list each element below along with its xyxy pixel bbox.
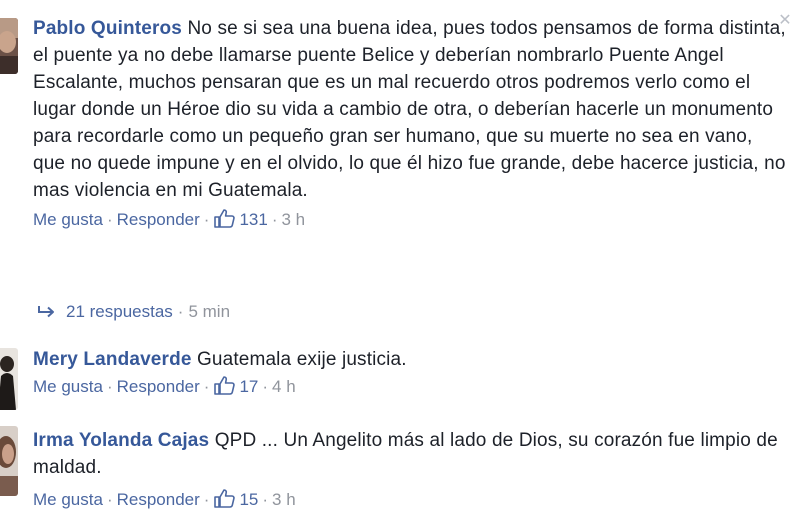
view-replies-link[interactable]: 21 respuestas · 5 min (36, 299, 230, 325)
thumbs-up-icon[interactable] (213, 375, 236, 395)
separator: · (203, 490, 210, 509)
thumbs-up-icon[interactable] (213, 208, 236, 228)
separator: · (106, 210, 113, 229)
like-button[interactable]: Me gusta (33, 377, 103, 396)
reply-button[interactable]: Responder (117, 377, 200, 396)
timestamp[interactable]: 3 h (282, 210, 306, 229)
reply-arrow-icon (36, 301, 58, 318)
separator: · (106, 377, 113, 396)
comment-author[interactable]: Mery Landaverde (33, 349, 192, 370)
thumbs-up-icon[interactable] (213, 488, 236, 508)
avatar[interactable] (0, 348, 18, 410)
replies-count[interactable]: 21 respuestas (66, 302, 173, 321)
like-count[interactable]: 131 (239, 210, 267, 229)
comment-author[interactable]: Pablo Quinteros (33, 18, 182, 39)
separator: · (203, 377, 210, 396)
comment-text: Pablo Quinteros No se si sea una buena i… (33, 15, 786, 204)
timestamp[interactable]: 3 h (272, 490, 296, 509)
comment-text: Mery Landaverde Guatemala exije justicia… (33, 346, 786, 373)
reply-button[interactable]: Responder (117, 210, 200, 229)
separator: · (106, 490, 113, 509)
separator: · (203, 210, 210, 229)
comment-actions: Me gusta · Responder · 131 · 3 h (33, 207, 786, 233)
separator: · (271, 210, 278, 229)
like-count[interactable]: 15 (239, 490, 258, 509)
comment-author[interactable]: Irma Yolanda Cajas (33, 430, 209, 451)
comment-actions: Me gusta · Responder · 15 · 3 h (33, 487, 786, 513)
timestamp[interactable]: 4 h (272, 377, 296, 396)
comment-message: No se si sea una buena idea, pues todos … (33, 18, 786, 201)
comment-message: Guatemala exije justicia. (196, 349, 407, 370)
comment-actions: Me gusta · Responder · 17 · 4 h (33, 374, 786, 400)
like-button[interactable]: Me gusta (33, 210, 103, 229)
separator: · (177, 302, 184, 321)
like-count[interactable]: 17 (239, 377, 258, 396)
avatar[interactable] (0, 426, 18, 496)
reply-button[interactable]: Responder (117, 490, 200, 509)
replies-timestamp: 5 min (188, 302, 231, 321)
separator: · (262, 377, 269, 396)
avatar[interactable] (0, 18, 18, 74)
separator: · (262, 490, 269, 509)
like-button[interactable]: Me gusta (33, 490, 103, 509)
comment-text: Irma Yolanda Cajas QPD ... Un Angelito m… (33, 427, 786, 481)
